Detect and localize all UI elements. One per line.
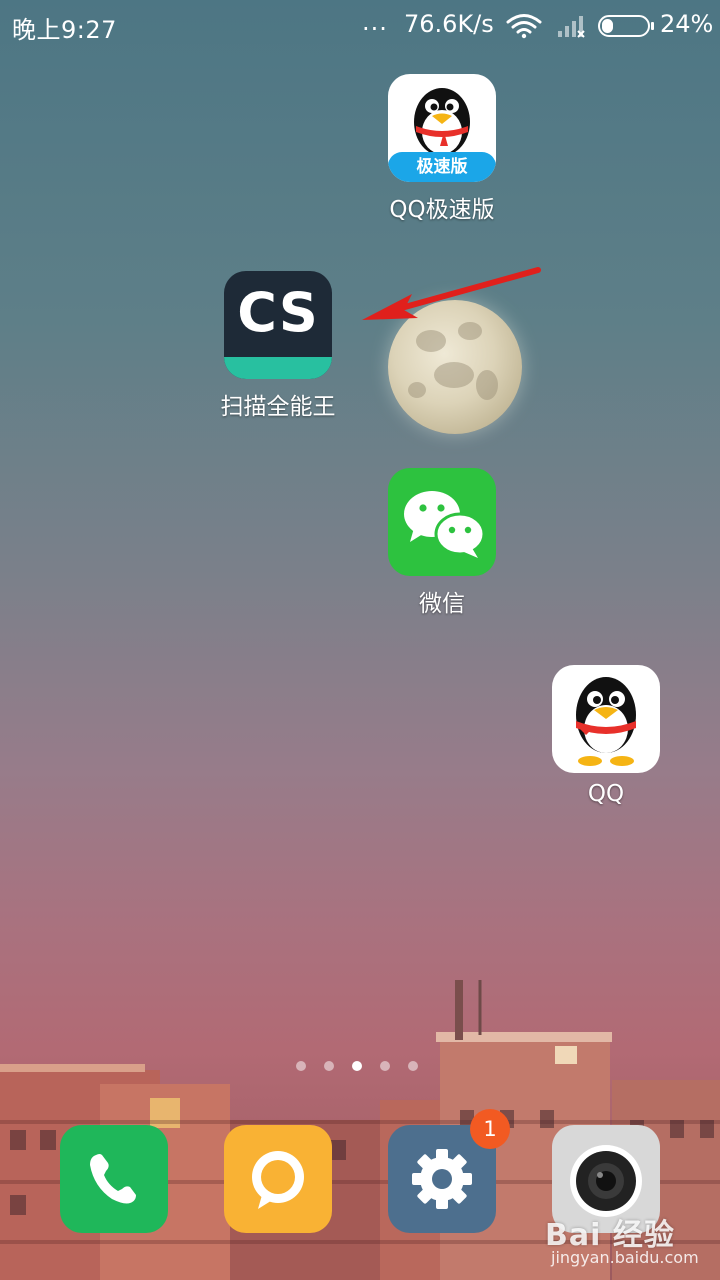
page-dot[interactable] — [296, 1061, 306, 1071]
page-dot-active[interactable] — [352, 1061, 362, 1071]
status-net-speed: 76.6K/s — [404, 10, 494, 38]
status-time: 晚上9:27 — [12, 16, 117, 44]
qq-penguin-icon — [552, 665, 660, 773]
app-wechat[interactable]: 微信 — [372, 468, 512, 618]
app-label: QQ — [587, 781, 625, 807]
message-icon — [252, 1151, 304, 1209]
app-label: 微信 — [419, 591, 465, 617]
app-camscanner[interactable]: CS 扫描全能王 — [208, 271, 348, 421]
battery-percent: 24% — [660, 10, 714, 38]
cellular-signal-icon — [556, 13, 588, 43]
qq-lite-band: 极速版 — [388, 152, 496, 182]
page-dot[interactable] — [380, 1061, 390, 1071]
wechat-bubbles-icon — [388, 468, 496, 576]
app-label: QQ极速版 — [389, 197, 495, 223]
watermark-url: jingyan.baidu.com — [551, 1248, 699, 1267]
app-qq[interactable]: QQ — [536, 665, 676, 807]
red-arrow-annotation — [362, 267, 541, 320]
camscanner-icon: CS — [224, 271, 332, 379]
status-bar: 晚上9:27 ... 76.6K/s 24% — [0, 0, 720, 52]
phone-icon — [90, 1154, 136, 1204]
status-more-dots: ... — [362, 8, 388, 36]
page-dot[interactable] — [324, 1061, 334, 1071]
app-qq-lite[interactable]: 极速版 QQ极速版 — [372, 74, 512, 224]
page-dot[interactable] — [408, 1061, 418, 1071]
qq-penguin-icon: 极速版 — [388, 74, 496, 182]
app-label: 扫描全能王 — [220, 394, 336, 420]
wifi-icon — [506, 13, 542, 43]
dock-phone[interactable] — [60, 1125, 168, 1233]
battery-icon — [598, 15, 654, 37]
dock-messages[interactable] — [224, 1125, 332, 1233]
cs-logo-text: CS — [237, 281, 319, 344]
notification-badge: 1 — [470, 1109, 510, 1149]
baidu-jingyan-watermark: Bai 经验 jingyan.baidu.com — [545, 1210, 699, 1267]
